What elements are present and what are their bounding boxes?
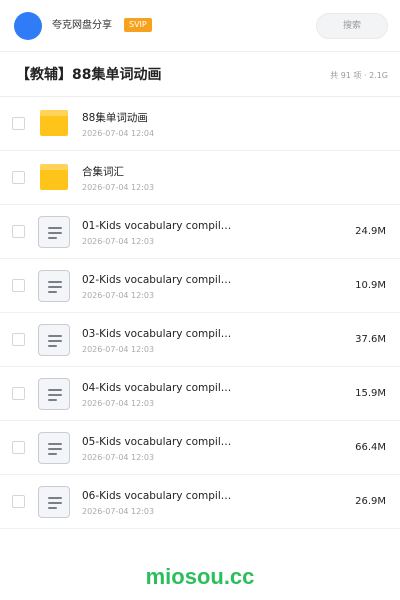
- avatar[interactable]: [14, 12, 42, 40]
- select-checkbox[interactable]: [12, 441, 25, 454]
- file-name[interactable]: 02-Kids vocabulary compil…: [82, 273, 231, 287]
- list-item[interactable]: 05-Kids vocabulary compil… 2026-07-04 12:…: [0, 421, 400, 475]
- select-checkbox[interactable]: [12, 117, 25, 130]
- list-item[interactable]: 88集单词动画 2026-07-04 12:04: [0, 97, 400, 151]
- file-size: 37.6M: [355, 334, 386, 345]
- file-date: 2026-07-04 12:03: [82, 291, 155, 300]
- folder-icon: [40, 110, 68, 136]
- file-name[interactable]: 04-Kids vocabulary compil…: [82, 381, 231, 395]
- file-name[interactable]: 03-Kids vocabulary compil…: [82, 327, 231, 341]
- document-icon: [38, 378, 70, 410]
- select-checkbox[interactable]: [12, 279, 25, 292]
- file-size: 66.4M: [355, 442, 386, 453]
- file-size: 24.9M: [355, 226, 386, 237]
- document-icon: [38, 270, 70, 302]
- file-name[interactable]: 88集单词动画: [82, 111, 148, 125]
- folder-icon: [40, 164, 68, 190]
- file-name[interactable]: 合集词汇: [82, 165, 124, 179]
- file-date: 2026-07-04 12:03: [82, 399, 155, 408]
- list-item[interactable]: 03-Kids vocabulary compil… 2026-07-04 12:…: [0, 313, 400, 367]
- share-header: 夸克网盘分享 SVIP: [0, 0, 400, 52]
- select-checkbox[interactable]: [12, 495, 25, 508]
- folder-summary: 共 91 项 · 2.1G: [330, 71, 388, 80]
- list-item[interactable]: 06-Kids vocabulary compil… 2026-07-04 12:…: [0, 475, 400, 529]
- select-checkbox[interactable]: [12, 225, 25, 238]
- file-size: 10.9M: [355, 280, 386, 291]
- svip-badge: SVIP: [124, 18, 152, 32]
- watermark-text: miosou.cc: [145, 564, 255, 589]
- file-name[interactable]: 06-Kids vocabulary compil…: [82, 489, 231, 503]
- select-checkbox[interactable]: [12, 171, 25, 184]
- search-input[interactable]: [316, 13, 388, 39]
- folder-title-bar: 【教辅】88集单词动画 共 91 项 · 2.1G: [0, 52, 400, 97]
- document-icon: [38, 216, 70, 248]
- list-item[interactable]: 01-Kids vocabulary compil… 2026-07-04 12:…: [0, 205, 400, 259]
- file-size: 15.9M: [355, 388, 386, 399]
- file-date: 2026-07-04 12:03: [82, 453, 155, 462]
- file-list: 88集单词动画 2026-07-04 12:04 合集词汇 2026-07-04 12…: [0, 97, 400, 529]
- file-date: 2026-07-04 12:03: [82, 507, 155, 516]
- file-date: 2026-07-04 12:03: [82, 345, 155, 354]
- list-item[interactable]: 04-Kids vocabulary compil… 2026-07-04 12:…: [0, 367, 400, 421]
- list-item[interactable]: 合集词汇 2026-07-04 12:03: [0, 151, 400, 205]
- share-owner-name: 夸克网盘分享: [52, 20, 112, 31]
- document-icon: [38, 432, 70, 464]
- list-item[interactable]: 02-Kids vocabulary compil… 2026-07-04 12:…: [0, 259, 400, 313]
- select-checkbox[interactable]: [12, 387, 25, 400]
- document-icon: [38, 486, 70, 518]
- file-date: 2026-07-04 12:03: [82, 183, 155, 192]
- page-title: 【教辅】88集单词动画: [16, 67, 162, 83]
- file-size: 26.9M: [355, 496, 386, 507]
- file-name[interactable]: 01-Kids vocabulary compil…: [82, 219, 231, 233]
- file-date: 2026-07-04 12:04: [82, 129, 155, 138]
- select-checkbox[interactable]: [12, 333, 25, 346]
- document-icon: [38, 324, 70, 356]
- file-date: 2026-07-04 12:03: [82, 237, 155, 246]
- file-name[interactable]: 05-Kids vocabulary compil…: [82, 435, 231, 449]
